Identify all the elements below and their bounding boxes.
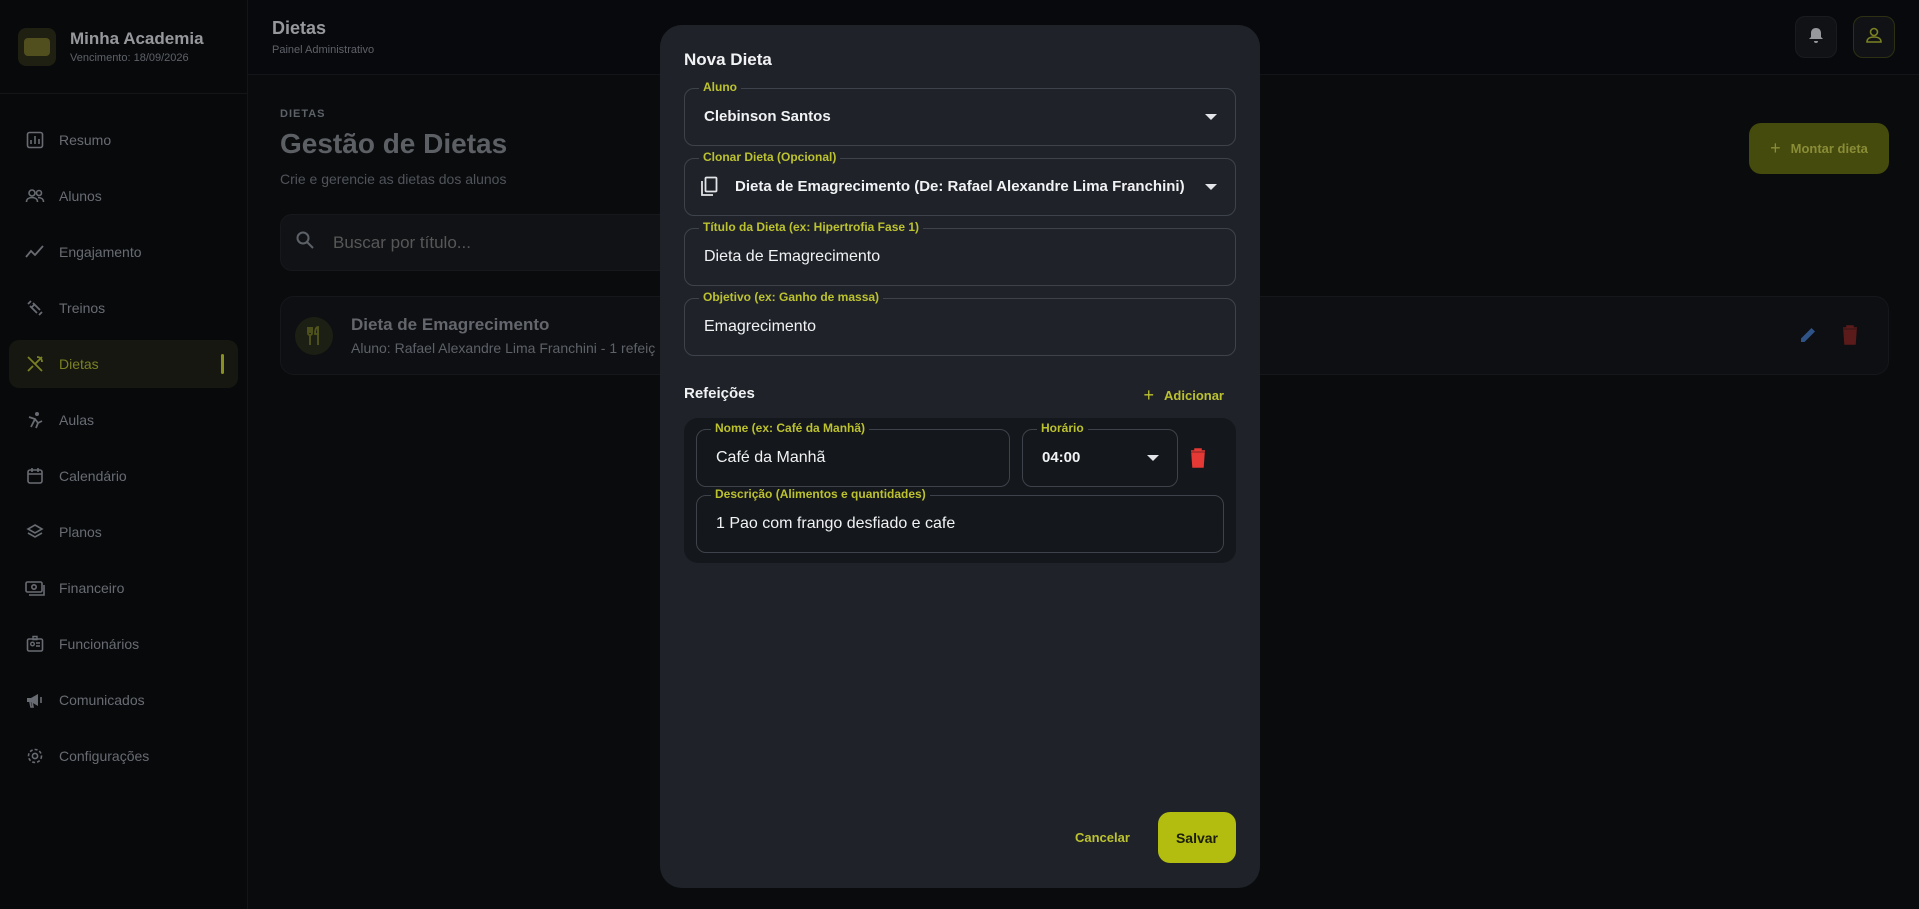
meals-section-title: Refeições — [684, 385, 755, 402]
objective-label: Objetivo (ex: Ganho de massa) — [699, 290, 884, 304]
dropdown-arrow-icon — [1147, 455, 1159, 461]
delete-meal-icon[interactable] — [1190, 448, 1206, 473]
meal-time-label: Horário — [1037, 421, 1088, 435]
meal-description-value: 1 Pao com frango desfiado e cafe — [716, 515, 956, 532]
meal-name-field[interactable]: Nome (ex: Café da Manhã) Café da Manhã — [696, 421, 1010, 487]
aluno-value: Clebinson Santos — [704, 108, 831, 125]
diet-title-label: Título da Dieta (ex: Hipertrofia Fase 1) — [699, 220, 924, 234]
aluno-select[interactable]: Aluno Clebinson Santos — [684, 80, 1236, 146]
objective-value: Emagrecimento — [704, 318, 817, 335]
meal-time-value: 04:00 — [1042, 449, 1081, 466]
aluno-label: Aluno — [699, 80, 741, 94]
meal-description-field[interactable]: Descrição (Alimentos e quantidades) 1 Pa… — [696, 487, 1224, 553]
dialog-title: Nova Dieta — [684, 50, 772, 69]
add-meal-label: Adicionar — [1164, 388, 1224, 403]
add-meal-button[interactable]: + Adicionar — [1144, 385, 1224, 406]
new-diet-dialog: Nova Dieta Aluno Clebinson Santos Clonar… — [660, 25, 1260, 888]
save-button[interactable]: Salvar — [1158, 812, 1236, 863]
meal-time-select[interactable]: Horário 04:00 — [1022, 421, 1178, 487]
diet-title-field[interactable]: Título da Dieta (ex: Hipertrofia Fase 1)… — [684, 220, 1236, 286]
plus-icon: + — [1143, 385, 1155, 405]
meal-description-label: Descrição (Alimentos e quantidades) — [711, 487, 930, 501]
clone-diet-label: Clonar Dieta (Opcional) — [699, 150, 841, 164]
objective-field[interactable]: Objetivo (ex: Ganho de massa) Emagrecime… — [684, 290, 1236, 356]
cancel-button[interactable]: Cancelar — [1075, 830, 1130, 845]
diet-title-value: Dieta de Emagrecimento — [704, 248, 881, 265]
meal-name-value: Café da Manhã — [716, 449, 826, 466]
meal-card: Nome (ex: Café da Manhã) Café da Manhã H… — [684, 418, 1236, 563]
clone-diet-value: Dieta de Emagrecimento (De: Rafael Alexa… — [735, 178, 1185, 195]
copy-icon — [699, 176, 719, 203]
meal-name-label: Nome (ex: Café da Manhã) — [711, 421, 870, 435]
dropdown-arrow-icon — [1205, 114, 1217, 120]
clone-diet-select[interactable]: Clonar Dieta (Opcional) Dieta de Emagrec… — [684, 150, 1236, 216]
dropdown-arrow-icon — [1205, 184, 1217, 190]
